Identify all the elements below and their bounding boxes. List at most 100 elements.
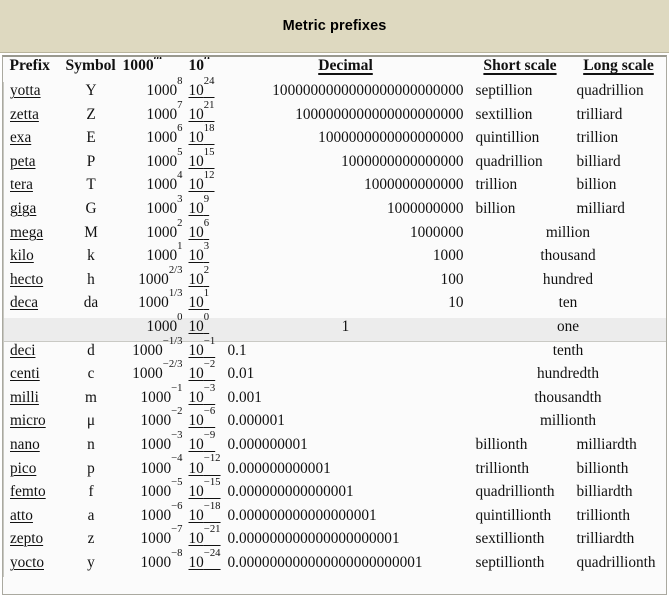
ten-power-link[interactable]: 10−15 [189,477,221,501]
prefix-link[interactable]: mega [10,224,43,241]
cell-prefix[interactable]: yotta [3,82,66,106]
thousand-exponent: 6 [177,122,183,135]
table-row: yotta Y 10008 1024 1000000000000000000000000… [3,76,667,106]
prefix-link[interactable]: hecto [10,271,43,288]
decimal-value: 0.000000000000000001 [227,506,377,524]
prefix-link[interactable]: zetta [10,106,39,123]
decimal-value: 0.000000000000000000000001 [227,553,423,571]
cell-prefix[interactable]: atto [3,506,66,531]
cell-symbol: z [87,530,95,548]
ten-exponent: −12 [203,452,221,465]
prefix-link[interactable]: yocto [10,554,44,571]
column-header-long-scale-label[interactable]: Long scale [583,57,654,74]
ten-power-link[interactable]: 1018 [189,123,215,147]
column-header-decimal[interactable]: Decimal [222,57,470,82]
ten-power-link[interactable]: 10−2 [189,359,216,383]
ten-power-link[interactable]: 103 [189,241,210,265]
cell-symbol: c [87,365,95,383]
ten-power-link[interactable]: 101 [189,288,210,312]
cell-prefix[interactable]: pico [3,459,66,484]
prefix-link[interactable]: centi [10,365,40,382]
prefix-link[interactable]: yotta [10,82,41,99]
prefix-link[interactable]: kilo [10,247,34,264]
ten-power-link[interactable]: 1021 [189,99,215,124]
decimal-value: 100 [440,270,464,288]
cell-symbol: n [87,435,95,453]
cell-prefix[interactable]: hecto [3,270,66,295]
column-header-short-scale[interactable]: Short scale [470,57,571,82]
metric-prefixes-page: Metric prefixes Prefix Symbol 1000m 10n … [0,0,669,597]
cell-prefix[interactable]: milli [3,388,66,413]
cell-prefix[interactable]: zetta [3,105,66,130]
prefix-link[interactable]: peta [10,153,35,170]
cell-prefix[interactable]: deca [3,294,66,318]
cell-prefix[interactable]: zepto [3,530,66,554]
column-header-short-scale-label[interactable]: Short scale [483,57,556,74]
cell-decimal: 1000000000000 [222,176,470,200]
prefix-link[interactable]: milli [10,389,39,406]
cell-prefix[interactable]: giga [3,199,66,224]
table-row: milli m 1000−1 10−3 0.001 thousandth [3,382,667,413]
cell-short-scale: trillionth [475,459,530,477]
decimal-value: 1000000000000 [364,176,464,194]
prefix-link[interactable]: exa [10,129,31,146]
cell-scale-merged: one [556,317,580,335]
cell-prefix[interactable]: centi [3,365,66,389]
table-body: yotta Y 10008 1024 1000000000000000000000000… [3,76,667,578]
column-header-long-scale[interactable]: Long scale [571,57,667,82]
ten-power-link[interactable]: 10−24 [189,548,221,572]
ten-exponent: −1 [203,335,216,348]
ten-power-link[interactable]: 109 [189,194,210,218]
table-row: femto f 1000−5 10−15 0.000000000000001 quadri… [3,477,667,507]
cell-prefix[interactable]: tera [3,176,66,200]
prefix-link[interactable]: deci [10,342,35,359]
cell-prefix[interactable]: nano [3,435,66,460]
ten-power-link[interactable]: 1024 [189,76,215,100]
ten-power-link[interactable]: 10−18 [189,500,221,525]
cell-prefix[interactable]: exa [3,129,66,153]
ten-power-link[interactable]: 10−12 [189,453,221,478]
cell-symbol: a [87,506,95,524]
ten-exponent: −6 [203,405,216,418]
prefix-link[interactable]: tera [10,176,33,193]
decimal-value: 1000000000000000000 [318,129,464,147]
cell-decimal: 10 [222,294,470,318]
cell-short-scale: quadrillion [475,152,543,170]
thousand-base: 1000 [146,247,178,265]
ten-power-link[interactable]: 10−21 [189,524,221,548]
cell-ten-power[interactable]: 10−24 [189,548,222,578]
column-header-prefix: Prefix [9,57,50,74]
cell-short-scale: quintillionth [475,506,552,524]
ten-power-link[interactable]: 106 [189,217,210,242]
prefix-link[interactable]: nano [10,436,40,453]
cell-scale-merged: tenth [469,341,666,366]
cell-scale-merged: ten [558,294,578,312]
ten-power-link[interactable]: 100 [189,312,210,336]
decimal-value: 1000 [432,247,464,265]
ten-power-link[interactable]: 10−6 [189,406,216,430]
cell-short-scale: sextillionth [475,530,545,548]
cell-prefix[interactable]: femto [3,483,66,507]
ten-exponent: −24 [203,546,221,559]
prefix-link[interactable]: pico [10,460,36,477]
cell-prefix[interactable]: peta [3,152,66,177]
cell-prefix[interactable]: kilo [3,247,66,271]
cell-decimal: 0.000000001 [222,436,470,460]
cell-long-scale: billionth [576,459,629,477]
prefix-link[interactable]: giga [10,200,36,217]
ten-exponent: −18 [203,499,221,512]
cell-prefix[interactable]: micro [3,412,66,436]
cell-prefix[interactable]: deci [3,341,66,366]
prefix-link[interactable]: atto [10,507,33,524]
ten-power-link[interactable]: 1012 [189,170,215,194]
table-row: peta P 10005 1015 1000000000000000 quadrillio… [3,146,667,177]
cell-decimal: 0.000000000000000001 [222,507,470,531]
prefix-link[interactable]: deca [10,294,38,311]
prefix-link[interactable]: micro [10,412,46,429]
prefix-link[interactable]: femto [10,483,46,500]
thousand-base: 1000 [140,435,172,453]
cell-prefix[interactable]: mega [3,223,66,248]
cell-prefix[interactable]: yocto [3,553,66,578]
prefix-link[interactable]: zepto [10,530,43,547]
column-header-decimal-label[interactable]: Decimal [318,57,373,74]
